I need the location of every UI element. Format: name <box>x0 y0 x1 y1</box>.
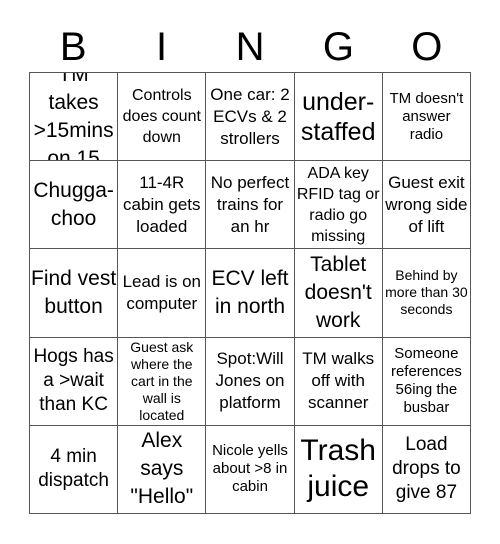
cell-text: No perfect trains for an hr <box>210 172 290 236</box>
bingo-cell[interactable]: TM doesn't answer radio <box>382 73 471 162</box>
bingo-cell[interactable]: Someone references 56ing the busbar <box>382 337 471 426</box>
cell-text: One car: 2 ECVs & 2 strollers <box>210 84 290 148</box>
bingo-cell[interactable]: Trash juice <box>294 425 383 514</box>
cell-text: Spot:Will Jones on platform <box>215 349 285 413</box>
bingo-cell[interactable]: TM walks off with scanner <box>294 337 383 426</box>
cell-text: Someone references 56ing the busbar <box>390 345 462 417</box>
cell-text: Controls does count down <box>122 87 201 147</box>
bingo-cell[interactable]: Nicole yells about >8 in cabin <box>206 425 295 514</box>
bingo-cell[interactable]: Alex says "Hello" <box>118 425 207 514</box>
bingo-cell[interactable]: Guest ask where the cart in the wall is … <box>118 337 207 426</box>
cell-text: ADA key RFID tag or radio go missing <box>296 164 380 245</box>
cell-text: Find vest button <box>31 266 117 318</box>
cell-text: Chugga-choo <box>33 178 114 230</box>
cell-text: TM walks off with scanner <box>302 349 375 413</box>
cell-text: under-staffed <box>300 87 376 146</box>
cell-text: Lead is on computer <box>122 271 202 313</box>
bingo-cell[interactable]: Guest exit wrong side of lift <box>382 161 471 250</box>
cell-text: Nicole yells about >8 in cabin <box>212 442 288 496</box>
bingo-cell[interactable]: TM takes >15mins on 15 <box>30 73 119 162</box>
bingo-cell[interactable]: Spot:Will Jones on platform <box>206 337 295 426</box>
cell-text: Tablet doesn't work <box>304 252 372 332</box>
bingo-cell[interactable]: Controls does count down <box>118 73 207 162</box>
bingo-cell[interactable]: 4 min dispatch <box>30 425 119 514</box>
bingo-cell[interactable]: Chugga-choo <box>30 161 119 250</box>
bingo-cell[interactable]: Hogs has a >wait than KC <box>30 337 119 426</box>
bingo-cell[interactable]: ECV left in north <box>206 249 295 338</box>
cell-text: Trash juice <box>300 434 376 504</box>
bingo-cell[interactable]: One car: 2 ECVs & 2 strollers <box>206 73 295 162</box>
cell-text: Guest exit wrong side of lift <box>385 172 468 236</box>
cell-text: Guest ask where the cart in the wall is … <box>130 338 194 423</box>
bingo-cell[interactable]: No perfect trains for an hr <box>206 161 295 250</box>
bingo-board: TM takes >15mins on 15 Controls does cou… <box>29 72 471 514</box>
header-letter-o: O <box>411 25 443 69</box>
cell-text: TM takes >15mins on 15 <box>33 73 114 162</box>
cell-text: Load drops to give 87 <box>392 434 461 504</box>
bingo-header: B I N G O <box>29 22 471 72</box>
bingo-cell[interactable]: Tablet doesn't work <box>294 249 383 338</box>
header-letter-g: G <box>322 25 354 69</box>
bingo-cell[interactable]: Behind by more than 30 seconds <box>382 249 471 338</box>
bingo-cell[interactable]: Load drops to give 87 <box>382 425 471 514</box>
bingo-cell[interactable]: under-staffed <box>294 73 383 162</box>
header-letter-i: I <box>156 25 168 69</box>
bingo-cell[interactable]: Lead is on computer <box>118 249 207 338</box>
cell-text: Hogs has a >wait than KC <box>33 346 114 416</box>
header-letter-b: B <box>59 25 87 69</box>
bingo-cell[interactable]: ADA key RFID tag or radio go missing <box>294 161 383 250</box>
cell-text: Alex says "Hello" <box>130 429 194 509</box>
header-letter-n: N <box>235 25 265 69</box>
bingo-cell[interactable]: 11-4R cabin gets loaded <box>118 161 207 250</box>
cell-text: TM doesn't answer radio <box>389 89 464 143</box>
bingo-cell[interactable]: Find vest button <box>30 249 119 338</box>
cell-text: Behind by more than 30 seconds <box>385 267 468 318</box>
cell-text: 11-4R cabin gets loaded <box>123 172 201 236</box>
cell-text: ECV left in north <box>211 266 289 318</box>
cell-text: 4 min dispatch <box>38 446 109 492</box>
